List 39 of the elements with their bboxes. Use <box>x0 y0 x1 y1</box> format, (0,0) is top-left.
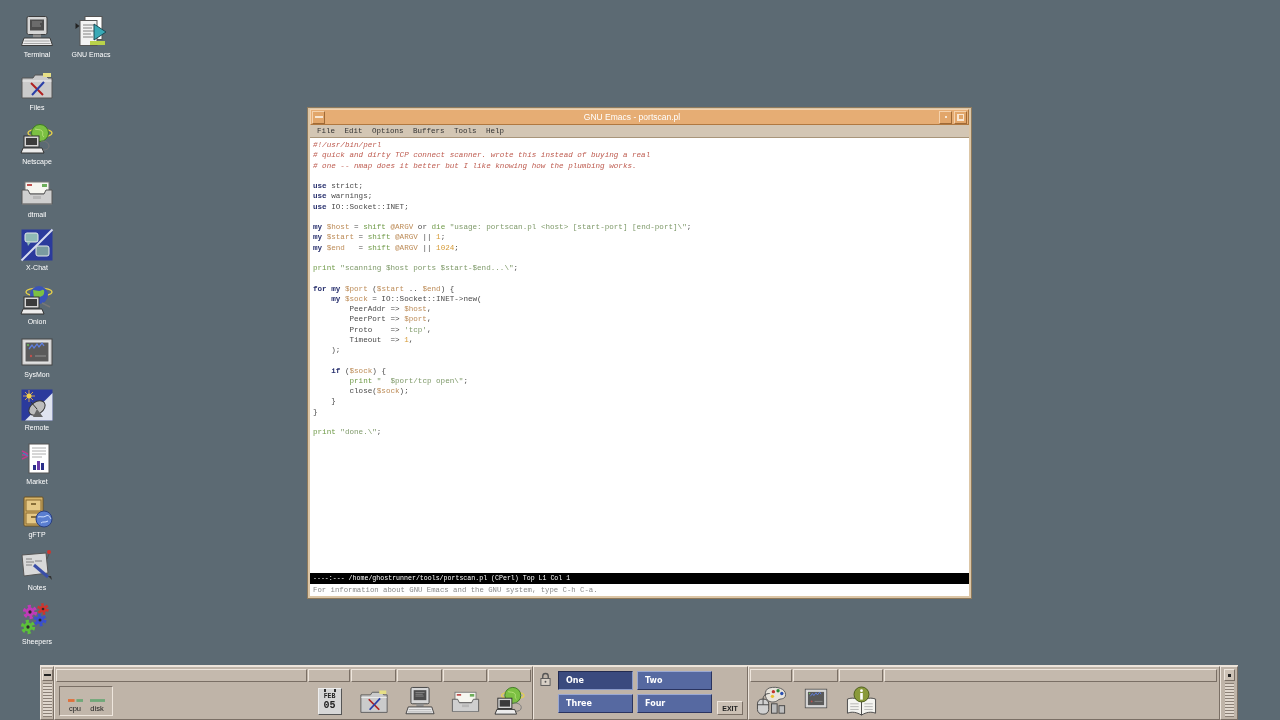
subpanel-tab[interactable] <box>488 669 531 682</box>
subpanel-tab[interactable] <box>397 669 442 682</box>
maximize-button[interactable] <box>954 110 967 124</box>
panel-restore-button[interactable] <box>1223 669 1235 681</box>
workspace-button[interactable]: Two <box>637 671 712 690</box>
palette-mouse-icon[interactable] <box>755 686 788 716</box>
document-arrow-icon[interactable] <box>75 16 107 48</box>
cabinet-globe-icon[interactable] <box>21 495 53 528</box>
terminal-icon[interactable] <box>21 16 53 48</box>
chart-document-icon[interactable] <box>21 442 53 475</box>
graph-panel-icon[interactable] <box>802 687 830 710</box>
padlock-icon[interactable] <box>540 672 551 686</box>
subpanel-tab[interactable] <box>443 669 487 682</box>
window-title: GNU Emacs - portscan.pl <box>582 111 682 123</box>
graph-panel-icon[interactable] <box>21 335 53 368</box>
satellite-dish-icon[interactable] <box>21 389 53 422</box>
subpanel-tab[interactable] <box>750 669 792 682</box>
chat-bubbles-icon[interactable] <box>21 229 53 262</box>
subpanel-tab[interactable] <box>839 669 883 682</box>
subpanel-tab[interactable] <box>884 669 1217 682</box>
subpanel-tab[interactable] <box>56 669 307 682</box>
globe-computer-icon[interactable] <box>494 686 526 716</box>
globe-computer-icon[interactable] <box>21 122 53 155</box>
subpanel-tab[interactable] <box>308 669 350 682</box>
workspace-button[interactable]: One <box>558 671 633 690</box>
minimize-button[interactable] <box>939 110 952 124</box>
window-menu-button[interactable] <box>312 110 325 124</box>
subpanel-tab[interactable] <box>351 669 396 682</box>
panel-minimize-button[interactable] <box>41 669 53 681</box>
subpanel-tab[interactable] <box>793 669 838 682</box>
drag-handle[interactable] <box>1224 683 1234 717</box>
drag-handle[interactable] <box>42 683 52 717</box>
notepad-pencil-icon[interactable] <box>21 549 53 582</box>
meter-bar-icon <box>89 698 105 702</box>
meter-bar-icon <box>67 698 83 702</box>
terminal-icon[interactable] <box>404 686 436 716</box>
help-book-icon[interactable] <box>845 686 878 716</box>
workspace-button[interactable]: Three <box>558 694 633 713</box>
workspace-button[interactable]: Four <box>637 694 712 713</box>
